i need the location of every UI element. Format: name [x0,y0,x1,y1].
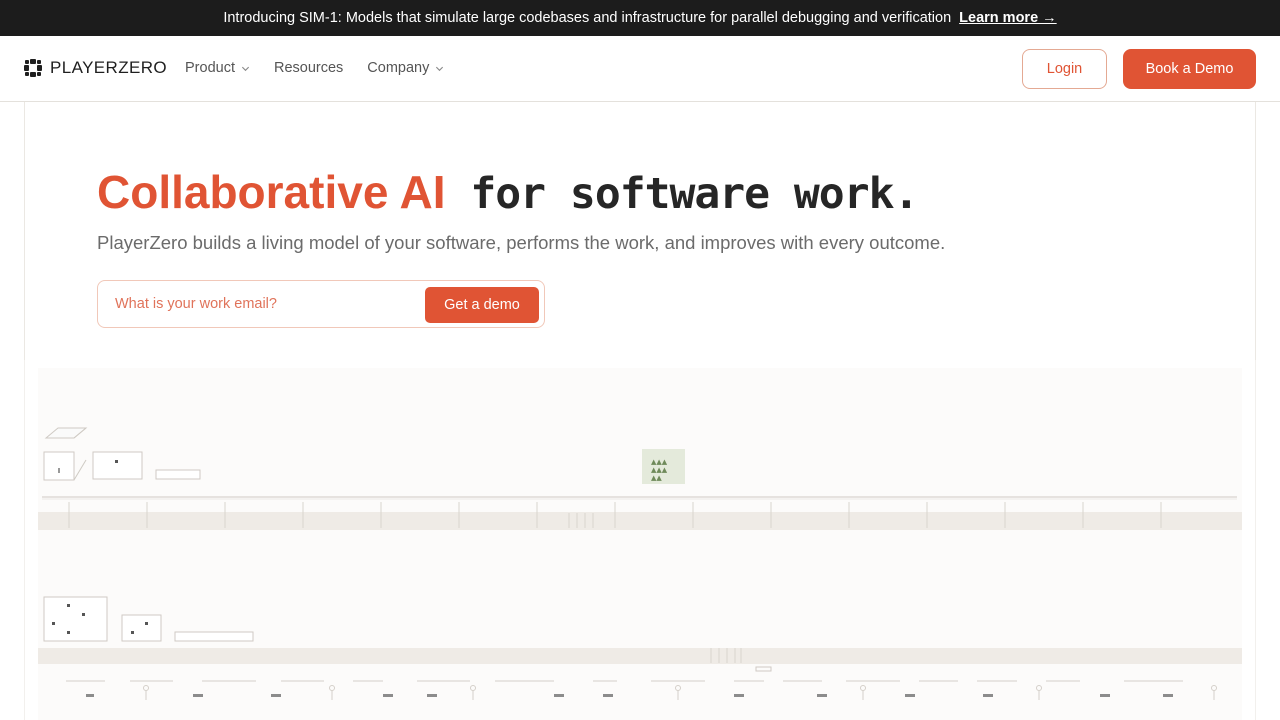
logo-link[interactable]: PLAYERZERO [24,58,167,78]
hero-headline: Collaborative AI for software work. [97,166,919,220]
announcement-text: Introducing SIM-1: Models that simulate … [223,10,952,26]
nav-item-resources[interactable]: Resources [274,60,343,76]
headline-accent: Collaborative AI [97,166,446,218]
hero-illustration: ▲▲▲ ▲▲▲ ▲▲ [0,360,1280,720]
nav-item-label: Product [185,60,235,76]
get-demo-button[interactable]: Get a demo [425,287,539,323]
book-demo-button[interactable]: Book a Demo [1123,49,1256,89]
email-signup-form: Get a demo [97,280,545,328]
announcement-bar: Introducing SIM-1: Models that simulate … [0,0,1280,36]
logo-wordmark: PLAYERZERO [50,58,168,77]
chevron-down-icon [241,66,250,71]
top-navigation: PLAYERZERO Product Resources Company Log… [0,36,1280,102]
playerzero-logo-icon [24,59,42,77]
nav-item-label: Company [367,60,430,76]
chevron-down-icon [436,66,444,71]
nav-item-product[interactable]: Product [185,60,250,76]
nav-item-label: Resources [273,60,344,76]
learn-more-link[interactable]: Learn more → [959,10,1057,26]
pixel-city-illustration: ▲▲▲ ▲▲▲ ▲▲ [0,360,1280,720]
main-menu: Product Resources Company [185,60,468,76]
hero-subheadline: PlayerZero builds a living model of your… [97,232,946,253]
work-email-input[interactable] [99,282,419,326]
nav-item-company[interactable]: Company [367,60,444,76]
login-button[interactable]: Login [1022,49,1107,89]
headline-rest: for software work. [445,169,919,219]
